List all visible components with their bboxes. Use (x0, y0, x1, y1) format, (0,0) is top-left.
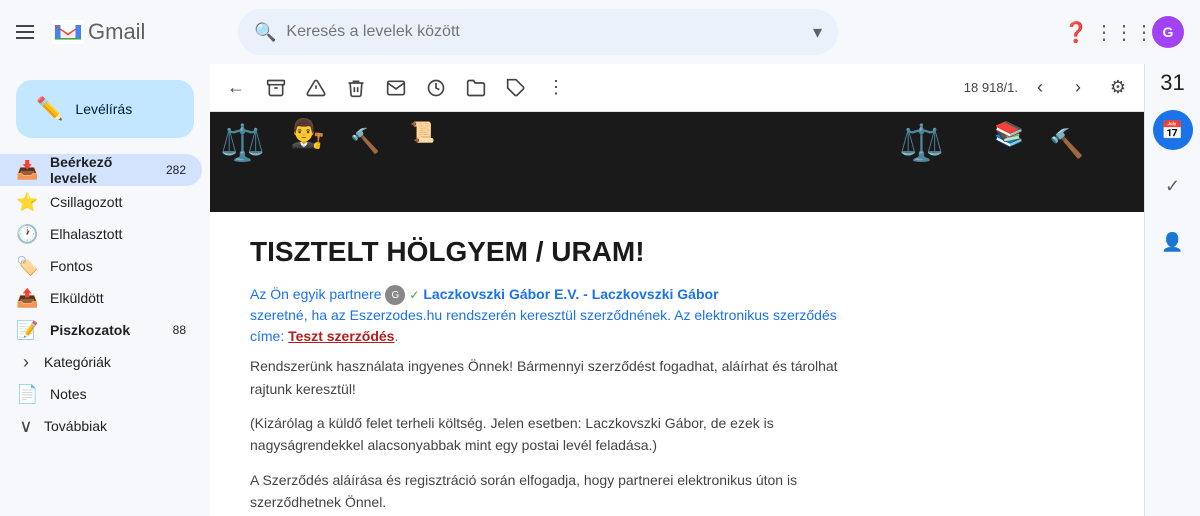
sender-info: G ✓ (385, 285, 419, 305)
settings-button[interactable]: ⚙ (1100, 70, 1136, 106)
back-button[interactable]: ← (218, 70, 254, 106)
avatar[interactable]: G (1152, 16, 1184, 48)
snoozed-icon: 🕐 (16, 224, 36, 245)
email-body3: A Szerződés aláírása és regisztráció sor… (250, 469, 870, 514)
help-button[interactable]: ❓ (1056, 12, 1096, 52)
sender-avatar: G (385, 285, 405, 305)
sidebar-more-header[interactable]: ∨ Továbbiak (0, 410, 202, 442)
right-panel: 31 📅 ✓ 👤 (1144, 64, 1200, 516)
move-button[interactable] (458, 70, 494, 106)
main-layout: ✏️ Levélírás 📥 Beérkező levelek 282 ⭐ Cs… (0, 64, 1200, 516)
sidebar: ✏️ Levélírás 📥 Beérkező levelek 282 ⭐ Cs… (0, 64, 210, 516)
more-button[interactable]: ⋮ (538, 70, 574, 106)
sidebar-item-starred-label: Csillagozott (50, 194, 186, 210)
email-intro-prefix: Az Ön egyik partnere (250, 286, 382, 302)
topbar-left: Gmail (16, 19, 226, 45)
search-dropdown-icon[interactable]: ▾ (813, 22, 822, 43)
compose-label: Levélírás (75, 101, 132, 117)
sidebar-item-notes[interactable]: 📄 Notes (0, 378, 202, 410)
starred-icon: ⭐ (16, 192, 36, 213)
calendar-icon-button[interactable]: 📅 (1153, 110, 1193, 150)
drafts-badge: 88 (173, 323, 186, 337)
mark-button[interactable] (378, 70, 414, 106)
tasks-icon-button[interactable]: ✓ (1153, 166, 1193, 206)
sidebar-item-drafts[interactable]: 📝 Piszkozatok 88 (0, 314, 202, 346)
calendar-date: 31 (1160, 72, 1184, 94)
email-content: ⚖️ 👨‍⚖️ 🔨 📜 ⚖️ 📚 🔨 TISZTELT HÖLGYEM / UR… (210, 112, 1144, 516)
sidebar-item-important[interactable]: 🏷️ Fontos (0, 250, 202, 282)
notes-icon: 📄 (16, 384, 36, 405)
delete-button[interactable] (338, 70, 374, 106)
label-button[interactable] (498, 70, 534, 106)
prev-email-button[interactable]: ‹ (1022, 70, 1058, 106)
email-body2: (Kizárólag a küldő felet terheli költség… (250, 412, 870, 457)
email-body: TISZTELT HÖLGYEM / URAM! Az Ön egyik par… (210, 212, 910, 516)
contacts-icon-button[interactable]: 👤 (1153, 222, 1193, 262)
sidebar-more-label: Továbbiak (44, 418, 107, 434)
compose-plus-icon: ✏️ (36, 96, 63, 122)
archive-button[interactable] (258, 70, 294, 106)
email-title: TISZTELT HÖLGYEM / URAM! (250, 236, 870, 268)
sidebar-item-important-label: Fontos (50, 258, 186, 274)
email-header-banner: ⚖️ 👨‍⚖️ 🔨 📜 ⚖️ 📚 🔨 (210, 112, 1144, 212)
search-input[interactable] (286, 23, 803, 41)
apps-button[interactable]: ⋮⋮⋮ (1104, 12, 1144, 52)
categories-arrow-icon: › (16, 352, 36, 373)
sidebar-item-sent-label: Elküldött (50, 290, 186, 306)
sidebar-categories-header[interactable]: › Kategóriák (0, 346, 202, 378)
compose-button[interactable]: ✏️ Levélírás (16, 80, 194, 138)
email-intro: Az Ön egyik partnere G ✓ Laczkovszki Gáb… (250, 284, 870, 347)
drafts-icon: 📝 (16, 320, 36, 341)
gmail-text-label: Gmail (88, 19, 145, 45)
sidebar-item-sent[interactable]: 📤 Elküldött (0, 282, 202, 314)
search-bar[interactable]: 🔍 ▾ (238, 9, 838, 55)
sidebar-item-inbox-label: Beérkező levelek (50, 154, 152, 186)
inbox-icon: 📥 (16, 160, 36, 181)
next-email-button[interactable]: › (1060, 70, 1096, 106)
sidebar-item-drafts-label: Piszkozatok (50, 322, 159, 338)
email-toolbar: ← ⋮ 18 918/1. (210, 64, 1144, 112)
sidebar-item-snoozed-label: Elhalasztott (50, 226, 186, 242)
sidebar-item-starred[interactable]: ⭐ Csillagozott (0, 186, 202, 218)
gmail-m-icon (52, 20, 84, 44)
verified-icon: ✓ (409, 286, 419, 304)
report-button[interactable] (298, 70, 334, 106)
sidebar-item-inbox[interactable]: 📥 Beérkező levelek 282 (0, 154, 202, 186)
inbox-badge: 282 (166, 163, 186, 177)
contract-name: Teszt szerződés (288, 328, 394, 344)
important-icon: 🏷️ (16, 256, 36, 277)
sent-icon: 📤 (16, 288, 36, 309)
email-body1: Rendszerünk használata ingyenes Önnek! B… (250, 355, 870, 400)
topbar-right: ❓ ⋮⋮⋮ G (1056, 12, 1184, 52)
email-area: ← ⋮ 18 918/1. (210, 64, 1144, 516)
email-count: 18 918/1. (964, 80, 1018, 95)
more-arrow-icon: ∨ (16, 416, 36, 437)
gmail-logo: Gmail (52, 19, 145, 45)
topbar: Gmail 🔍 ▾ ❓ ⋮⋮⋮ G (0, 0, 1200, 64)
hamburger-menu-icon[interactable] (16, 20, 40, 44)
sidebar-item-notes-label: Notes (50, 386, 186, 402)
snooze-button[interactable] (418, 70, 454, 106)
search-icon: 🔍 (254, 22, 276, 43)
sidebar-item-snoozed[interactable]: 🕐 Elhalasztott (0, 218, 202, 250)
sidebar-categories-label: Kategóriák (44, 354, 111, 370)
toolbar-nav: ‹ › (1022, 70, 1096, 106)
sender-name: Laczkovszki Gábor E.V. - Laczkovszki Gáb… (423, 286, 718, 302)
